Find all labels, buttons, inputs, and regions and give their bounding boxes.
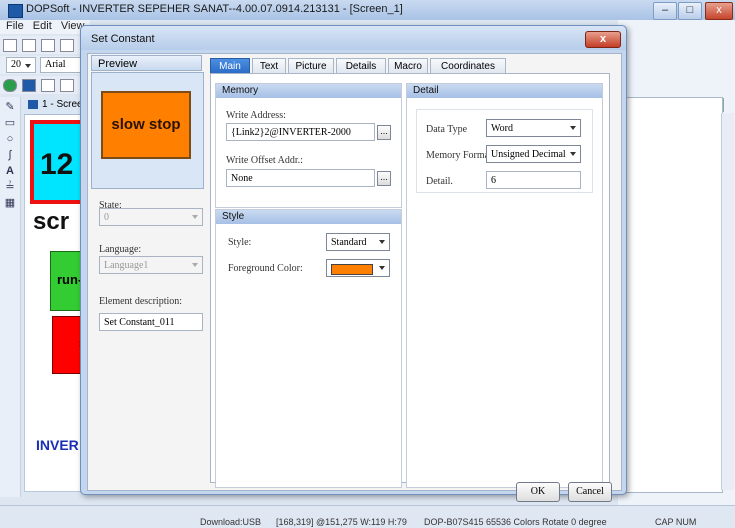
dialog-tabs: Main Text Picture Details Macro Coordina… xyxy=(210,58,608,73)
chevron-down-icon xyxy=(379,266,385,270)
set-constant-dialog: Set Constant x Preview slow stop State: … xyxy=(80,25,627,502)
style-header: Style xyxy=(216,210,401,224)
write-offset-label: Write Offset Addr.: xyxy=(226,155,303,166)
preview-header: Preview xyxy=(91,55,202,71)
write-address-input[interactable]: {Link2}2@INVERTER-2000 xyxy=(226,123,375,141)
data-type-value: Word xyxy=(491,123,513,134)
status-coords: [168,319] @151,275 W:119 H:79 xyxy=(276,517,407,527)
status-device: DOP-B07S415 65536 Colors Rotate 0 degree xyxy=(424,517,607,527)
write-offset-input[interactable]: None xyxy=(226,169,375,187)
style-label: Style: xyxy=(228,237,252,248)
write-offset-value: None xyxy=(231,173,253,184)
minimize-button[interactable]: – xyxy=(653,2,677,20)
dialog-title-bar[interactable]: Set Constant x xyxy=(81,26,626,50)
write-address-value: {Link2}2@INVERTER-2000 xyxy=(231,127,351,138)
app-title-bar: DOPSoft - INVERTER SEPEHER SANAT--4.00.0… xyxy=(0,0,735,20)
menu-bar: File Edit View xyxy=(0,20,90,34)
cancel-button[interactable]: Cancel xyxy=(568,482,612,502)
maximize-button[interactable]: □ xyxy=(678,2,702,20)
shape-icon[interactable] xyxy=(60,79,74,92)
ruler-icon[interactable]: ≟ xyxy=(4,181,16,193)
object-icon[interactable] xyxy=(22,79,36,92)
chevron-down-icon xyxy=(192,215,198,219)
detail-header: Detail xyxy=(407,84,602,98)
print-icon[interactable] xyxy=(60,39,74,52)
app-title: DOPSoft - INVERTER SEPEHER SANAT--4.00.0… xyxy=(26,3,403,15)
rectangle-icon[interactable]: ▭ xyxy=(4,117,16,129)
font-name-value: Arial xyxy=(45,59,66,70)
circle-icon[interactable]: ○ xyxy=(4,133,16,145)
ok-button[interactable]: OK xyxy=(516,482,560,502)
canvas-number-text: 12 xyxy=(40,148,74,181)
tab-details[interactable]: Details xyxy=(336,58,386,73)
menu-edit[interactable]: Edit xyxy=(33,20,52,32)
language-label: Language: xyxy=(99,244,142,255)
text-icon[interactable]: A xyxy=(4,165,16,177)
tab-macro[interactable]: Macro xyxy=(388,58,428,73)
detail-label: Detail. xyxy=(426,176,453,187)
write-address-label: Write Address: xyxy=(226,110,286,121)
chevron-down-icon xyxy=(192,263,198,267)
run-icon[interactable] xyxy=(3,79,17,92)
canvas-label-scr: scr xyxy=(33,208,70,235)
dialog-title: Set Constant xyxy=(91,33,155,45)
curve-icon[interactable]: ∫ xyxy=(4,149,16,161)
preview-button: slow stop xyxy=(101,91,191,159)
tab-text[interactable]: Text xyxy=(252,58,286,73)
table-icon[interactable]: ▦ xyxy=(4,197,16,209)
memory-group: Memory xyxy=(215,83,402,208)
app-icon xyxy=(8,4,23,18)
chevron-down-icon xyxy=(570,126,576,130)
state-value: 0 xyxy=(104,212,109,223)
font-size-select[interactable]: 20 xyxy=(6,57,36,73)
screen-icon xyxy=(28,100,38,109)
app-close-button[interactable]: x xyxy=(705,2,733,20)
tab-main[interactable]: Main xyxy=(210,58,250,73)
element-description-label: Element description: xyxy=(99,296,183,307)
rect-icon[interactable] xyxy=(41,79,55,92)
pen-icon[interactable]: ✎ xyxy=(4,101,16,113)
chevron-down-icon xyxy=(570,152,576,156)
chevron-down-icon xyxy=(25,64,31,68)
tool-strip: ✎ ▭ ○ ∫ A ≟ ▦ xyxy=(0,97,21,497)
canvas-label-inver: INVER xyxy=(36,437,79,453)
write-address-browse-button[interactable]: ... xyxy=(377,125,391,140)
workspace-frame xyxy=(621,97,723,493)
detail-value: 6 xyxy=(491,175,496,186)
dialog-close-button[interactable]: x xyxy=(585,31,621,48)
style-select[interactable]: Standard xyxy=(326,233,390,251)
state-select: 0 xyxy=(99,208,203,226)
foreground-color-picker[interactable] xyxy=(326,259,390,277)
style-value: Standard xyxy=(331,237,367,248)
save-icon[interactable] xyxy=(41,39,55,52)
tab-picture[interactable]: Picture xyxy=(288,58,334,73)
vertical-scrollbar[interactable] xyxy=(721,113,734,490)
new-icon[interactable] xyxy=(3,39,17,52)
detail-input[interactable]: 6 xyxy=(486,171,581,189)
status-download: Download:USB xyxy=(200,517,262,527)
toolbar-font: 20 Arial xyxy=(0,56,90,74)
status-bar: Download:USB [168,319] @151,275 W:119 H:… xyxy=(0,505,735,528)
language-value: Language1 xyxy=(104,260,149,271)
memory-format-label: Memory Format xyxy=(426,150,492,161)
open-icon[interactable] xyxy=(22,39,36,52)
status-caps: CAP NUM xyxy=(655,517,697,527)
memory-format-value: Unsigned Decimal xyxy=(491,149,566,160)
font-size-value: 20 xyxy=(11,59,21,70)
tab-coordinates[interactable]: Coordinates xyxy=(430,58,506,73)
chevron-down-icon xyxy=(379,240,385,244)
language-select: Language1 xyxy=(99,256,203,274)
toolbar-standard xyxy=(0,36,90,54)
element-description-value: Set Constant_011 xyxy=(104,317,175,328)
color-swatch xyxy=(331,264,373,275)
data-type-select[interactable]: Word xyxy=(486,119,581,137)
toolbar-drawing xyxy=(0,76,90,94)
menu-file[interactable]: File xyxy=(6,20,24,32)
write-offset-browse-button[interactable]: ... xyxy=(377,171,391,186)
memory-header: Memory xyxy=(216,84,401,98)
data-type-label: Data Type xyxy=(426,124,468,135)
foreground-color-label: Foreground Color: xyxy=(228,263,303,274)
element-description-input[interactable]: Set Constant_011 xyxy=(99,313,203,331)
memory-format-select[interactable]: Unsigned Decimal xyxy=(486,145,581,163)
